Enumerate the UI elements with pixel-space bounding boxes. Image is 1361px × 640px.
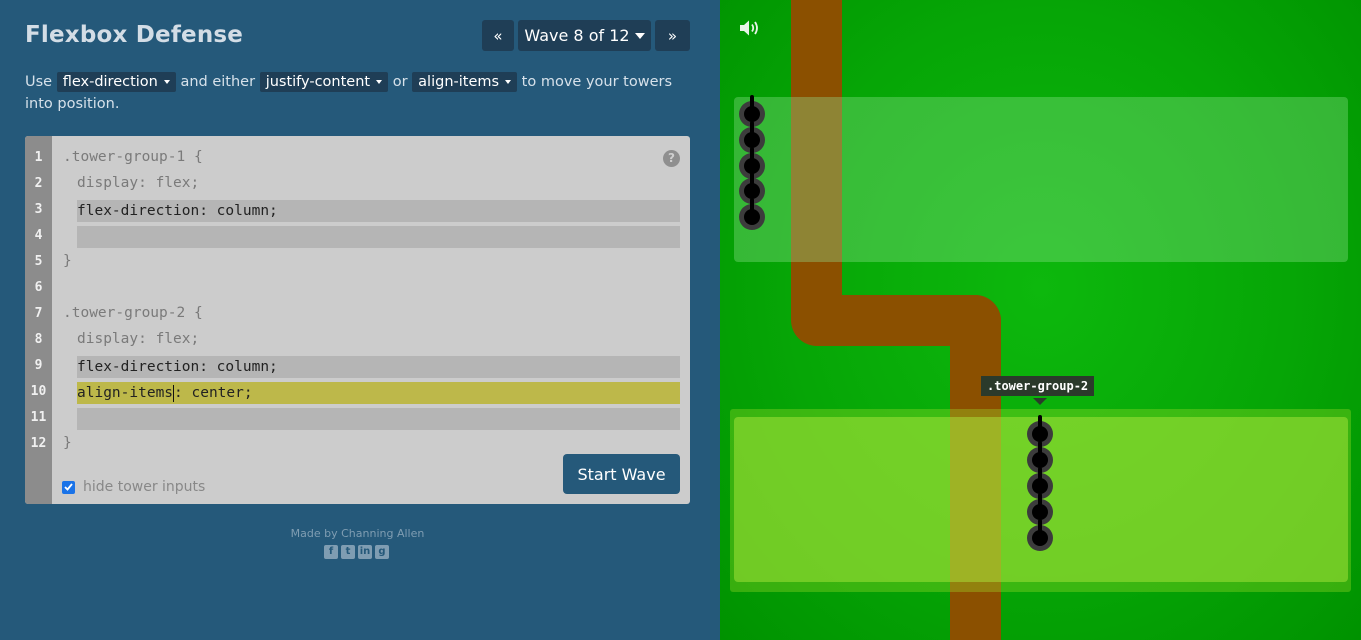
start-wave-button[interactable]: Start Wave bbox=[563, 454, 680, 494]
hide-tower-inputs-toggle[interactable]: hide tower inputs bbox=[62, 479, 205, 495]
tooltip-arrow bbox=[1033, 398, 1047, 405]
game-board: .tower-group-2 bbox=[720, 0, 1361, 640]
code-selector: .tower-group-2 { bbox=[63, 305, 203, 321]
code-close-brace: } bbox=[63, 435, 72, 451]
facebook-icon[interactable]: f bbox=[324, 545, 338, 559]
line-number: 8 bbox=[34, 332, 43, 347]
control-panel: Flexbox Defense « Wave 8 of 12 » Use fle… bbox=[0, 0, 720, 640]
code-declaration: display: flex; bbox=[77, 331, 200, 347]
checkbox-label: hide tower inputs bbox=[83, 479, 206, 495]
css-input-field[interactable] bbox=[77, 408, 680, 430]
line-number: 5 bbox=[34, 254, 43, 269]
css-input-field-active[interactable]: align-items: center; bbox=[77, 382, 680, 404]
css-input-field[interactable]: flex-direction: column; bbox=[77, 200, 680, 222]
credit-text: Made by Channing Allen bbox=[290, 527, 425, 540]
line-number-gutter: 1 2 3 4 5 6 7 8 9 10 11 12 bbox=[25, 136, 52, 504]
code-editor: 1 2 3 4 5 6 7 8 9 10 11 12 .tower-group-… bbox=[25, 136, 690, 504]
line-number: 9 bbox=[34, 358, 43, 373]
caret-down-icon bbox=[634, 32, 645, 39]
tower-group-1-zone bbox=[734, 97, 1348, 262]
code-close-brace: } bbox=[63, 253, 72, 269]
flex-direction-dropdown[interactable]: flex-direction bbox=[56, 72, 176, 92]
css-input-field[interactable]: flex-direction: column; bbox=[77, 356, 680, 378]
dropdown-label: justify-content bbox=[265, 74, 371, 90]
line-number: 12 bbox=[30, 436, 47, 451]
wave-navigation: « Wave 8 of 12 » bbox=[482, 20, 690, 51]
dropdown-label: align-items bbox=[418, 74, 500, 90]
caret-down-icon bbox=[376, 80, 383, 84]
align-items-dropdown[interactable]: align-items bbox=[412, 72, 518, 92]
help-icon[interactable]: ? bbox=[663, 150, 680, 167]
instructions-text: Use bbox=[25, 74, 57, 90]
wave-select-dropdown[interactable]: Wave 8 of 12 bbox=[518, 20, 651, 51]
dropdown-label: flex-direction bbox=[62, 74, 158, 90]
social-links: f t in g bbox=[324, 545, 389, 559]
input-text: align-items bbox=[77, 385, 174, 401]
tower bbox=[1027, 519, 1053, 551]
previous-wave-button[interactable]: « bbox=[482, 20, 514, 51]
instructions: Use flex-direction and either justify-co… bbox=[25, 71, 690, 115]
line-number: 7 bbox=[34, 306, 43, 321]
justify-content-dropdown[interactable]: justify-content bbox=[259, 72, 389, 92]
double-chevron-left-icon: « bbox=[493, 26, 503, 45]
linkedin-icon[interactable]: in bbox=[358, 545, 372, 559]
github-icon[interactable]: g bbox=[375, 545, 389, 559]
line-number: 11 bbox=[30, 410, 47, 425]
instructions-text: and either bbox=[175, 74, 260, 90]
line-number: 1 bbox=[34, 150, 43, 165]
double-chevron-right-icon: » bbox=[667, 26, 678, 45]
caret-down-icon bbox=[163, 80, 170, 84]
line-number: 3 bbox=[34, 202, 43, 217]
twitter-icon[interactable]: t bbox=[341, 545, 355, 559]
next-wave-button[interactable]: » bbox=[655, 20, 690, 51]
line-number: 6 bbox=[34, 280, 43, 295]
line-number: 10 bbox=[30, 384, 47, 399]
line-number: 2 bbox=[34, 176, 43, 191]
line-number: 4 bbox=[34, 228, 43, 243]
app-title: Flexbox Defense bbox=[25, 22, 244, 48]
speaker-icon[interactable] bbox=[739, 19, 761, 37]
checkbox[interactable] bbox=[62, 480, 75, 494]
input-text: : center; bbox=[174, 385, 253, 401]
caret-down-icon bbox=[505, 80, 512, 84]
tower-group-tooltip: .tower-group-2 bbox=[981, 376, 1095, 396]
tower bbox=[739, 198, 765, 230]
code-selector: .tower-group-1 { bbox=[63, 149, 203, 165]
code-declaration: display: flex; bbox=[77, 175, 200, 191]
instructions-text: or bbox=[388, 74, 413, 90]
check-icon bbox=[64, 483, 73, 491]
css-input-field[interactable] bbox=[77, 226, 680, 248]
wave-select-label: Wave 8 of 12 bbox=[524, 26, 630, 45]
